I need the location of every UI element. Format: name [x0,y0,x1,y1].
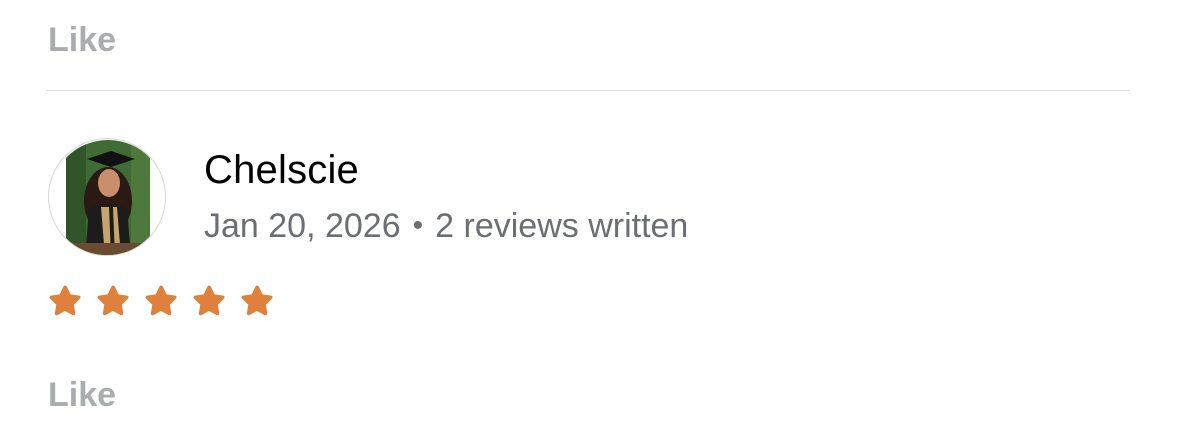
like-button[interactable]: Like [48,373,116,417]
review-feed: Like Chelscie Jan 20, 2026 • 2 reviews w… [0,0,1178,432]
review-meta: Jan 20, 2026 • 2 reviews written [204,204,688,250]
divider [46,90,1130,91]
like-button-previous[interactable]: Like [48,18,116,62]
star-icon [241,285,273,316]
star-icon [145,285,177,316]
star-icon [49,285,81,316]
star-icon [97,285,129,316]
star-rating [46,282,276,322]
avatar[interactable] [48,138,166,256]
reviews-written-count: 2 reviews written [435,207,689,245]
review-date: Jan 20, 2026 [204,207,401,245]
meta-separator: • [412,209,424,242]
star-icon [193,285,225,316]
reviewer-name[interactable]: Chelscie [204,146,359,194]
user-photo-icon [50,140,165,255]
